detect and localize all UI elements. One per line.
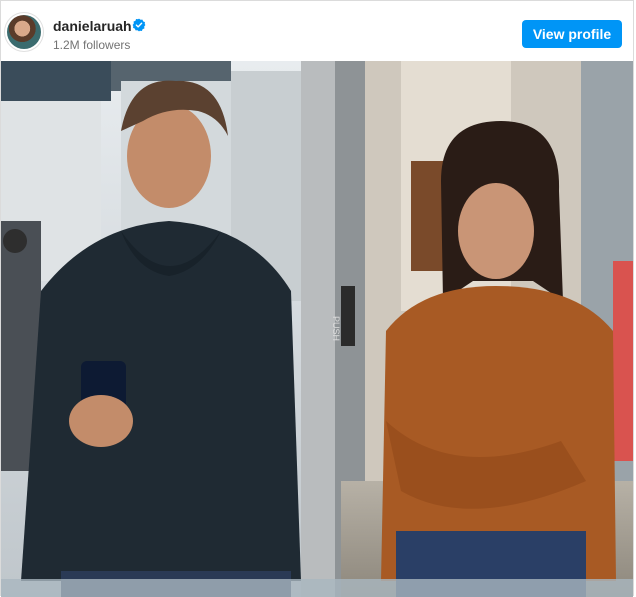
- photo-illustration: PUSH: [1, 61, 633, 597]
- avatar[interactable]: [7, 15, 41, 49]
- embedded-post-card: danielaruah 1.2M followers View profile: [0, 0, 634, 597]
- username[interactable]: danielaruah: [53, 18, 132, 34]
- view-profile-button[interactable]: View profile: [522, 20, 622, 48]
- verified-badge-icon: [132, 18, 146, 32]
- follower-count: 1.2M followers: [53, 38, 131, 52]
- post-header: danielaruah 1.2M followers View profile: [1, 1, 633, 63]
- door-push-sign: PUSH: [331, 316, 341, 341]
- post-photo[interactable]: PUSH: [1, 61, 633, 597]
